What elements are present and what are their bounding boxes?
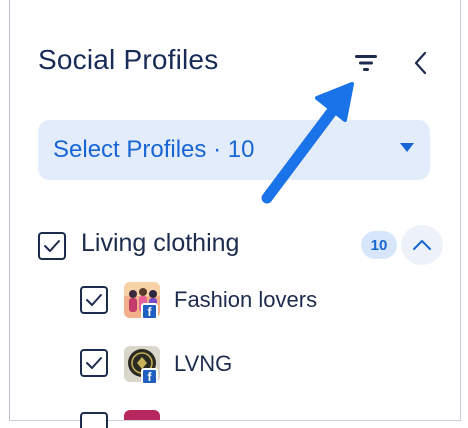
panel-border-right xyxy=(460,0,461,420)
social-profiles-panel: Social Profiles Select Profiles · 10 Liv… xyxy=(0,0,468,428)
group-checkbox[interactable] xyxy=(38,232,66,260)
collapse-group-button[interactable] xyxy=(401,225,443,265)
filter-button[interactable] xyxy=(345,44,387,82)
select-profiles-label: Select Profiles · 10 xyxy=(53,136,255,163)
profile-count-badge: 10 xyxy=(361,231,397,259)
profile-checkbox-partial[interactable] xyxy=(80,412,108,428)
panel-border-left xyxy=(9,0,10,420)
profile-label-fashion-lovers[interactable]: Fashion lovers xyxy=(174,287,317,313)
profile-avatar-partial xyxy=(124,410,160,420)
profile-checkbox-fashion-lovers[interactable] xyxy=(80,286,108,314)
facebook-icon: f xyxy=(141,303,158,320)
caret-down-icon xyxy=(400,143,414,152)
panel-border-bottom xyxy=(9,420,461,421)
profile-checkbox-lvng[interactable] xyxy=(80,349,108,377)
facebook-icon: f xyxy=(141,368,158,385)
group-label[interactable]: Living clothing xyxy=(81,229,239,258)
checkmark-icon xyxy=(86,357,102,369)
select-profiles-dropdown[interactable]: Select Profiles · 10 xyxy=(38,120,430,180)
checkmark-icon xyxy=(86,294,102,306)
collapse-panel-button[interactable] xyxy=(404,44,438,82)
chevron-up-icon xyxy=(413,240,431,250)
checkmark-icon xyxy=(44,240,60,252)
panel-title: Social Profiles xyxy=(38,44,219,75)
chevron-left-icon xyxy=(414,51,427,75)
profile-label-lvng[interactable]: LVNG xyxy=(174,351,232,377)
filter-icon xyxy=(355,55,377,71)
